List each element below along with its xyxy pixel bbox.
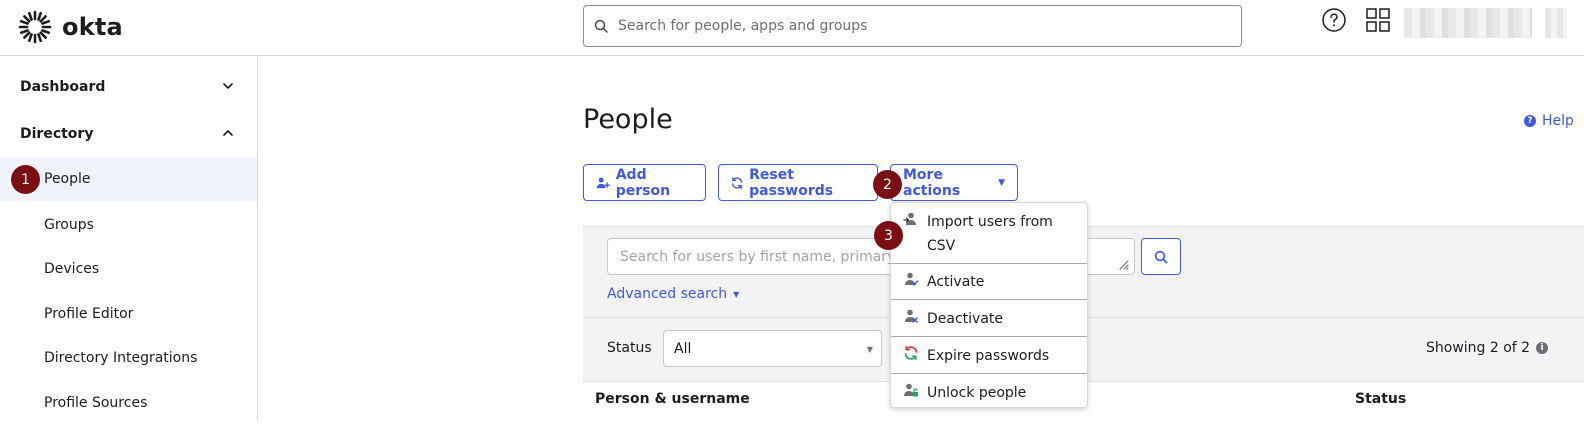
sidebar-item-profile-sources[interactable]: Profile Sources bbox=[0, 381, 257, 425]
deactivate-user-icon bbox=[905, 309, 918, 323]
sidebar-section-directory[interactable]: Directory bbox=[0, 111, 257, 157]
sidebar-item-label: Groups bbox=[44, 217, 94, 233]
sidebar-item-directory-integrations[interactable]: Directory Integrations bbox=[0, 336, 257, 380]
sidebar-section-dashboard[interactable]: Dashboard bbox=[0, 64, 257, 110]
step-badge-1: 1 bbox=[11, 165, 40, 194]
add-person-button[interactable]: Add person bbox=[583, 164, 706, 201]
reset-passwords-label: Reset passwords bbox=[749, 166, 834, 199]
user-menu-redacted-extra bbox=[1545, 8, 1567, 38]
more-actions-label: More actions bbox=[903, 166, 961, 199]
help-link[interactable]: ? Help bbox=[1524, 113, 1574, 129]
chevron-down-icon bbox=[223, 83, 233, 89]
menu-item-import-users-csv[interactable]: Import users from CSV bbox=[891, 210, 1087, 258]
menu-item-label: Deactivate bbox=[927, 311, 1004, 327]
menu-divider bbox=[891, 373, 1087, 374]
sidebar-item-label: Directory Integrations bbox=[44, 350, 198, 366]
step-badge-3: 3 bbox=[874, 221, 903, 250]
global-search-placeholder: Search for people, apps and groups bbox=[618, 18, 868, 34]
menu-item-activate[interactable]: Activate bbox=[891, 270, 1087, 294]
sidebar: Dashboard Directory People Groups Device… bbox=[0, 56, 258, 421]
caret-down-icon: ▼ bbox=[998, 177, 1005, 188]
unlock-user-icon bbox=[904, 383, 918, 397]
global-search-input[interactable]: Search for people, apps and groups bbox=[583, 5, 1242, 47]
menu-item-label-cont: CSV bbox=[927, 238, 956, 254]
top-bar: okta Search for people, apps and groups bbox=[0, 0, 1584, 56]
menu-divider bbox=[891, 263, 1087, 264]
menu-item-label: Unlock people bbox=[927, 385, 1027, 401]
sidebar-item-label: People bbox=[44, 171, 91, 187]
menu-item-label: Activate bbox=[927, 274, 985, 290]
sidebar-item-devices[interactable]: Devices bbox=[0, 247, 257, 291]
refresh-icon bbox=[732, 176, 743, 189]
sidebar-section-label: Directory bbox=[20, 126, 94, 142]
result-count: Showing 2 of 2 i bbox=[1426, 340, 1549, 356]
more-actions-menu: Import users from CSV Activate Deactivat… bbox=[890, 202, 1088, 408]
sidebar-item-label: Devices bbox=[44, 261, 100, 277]
search-icon bbox=[1154, 250, 1168, 263]
status-filter-select[interactable]: All ▼ bbox=[663, 330, 882, 367]
chevron-up-icon bbox=[223, 130, 233, 136]
help-circle-icon: ? bbox=[1524, 115, 1536, 127]
okta-sunburst-icon bbox=[18, 10, 52, 44]
help-icon[interactable] bbox=[1322, 8, 1346, 32]
menu-item-unlock-people[interactable]: Unlock people bbox=[891, 381, 1087, 405]
info-icon[interactable]: i bbox=[1536, 342, 1549, 354]
user-search-button[interactable] bbox=[1141, 238, 1181, 275]
column-header-status[interactable]: Status bbox=[1355, 391, 1406, 407]
menu-divider bbox=[891, 336, 1087, 337]
reset-passwords-button[interactable]: Reset passwords bbox=[718, 164, 878, 201]
user-menu-redacted[interactable] bbox=[1404, 8, 1532, 38]
result-count-label: Showing 2 of 2 bbox=[1426, 340, 1531, 356]
app-grid-icon[interactable] bbox=[1366, 8, 1390, 32]
caret-down-icon: ▼ bbox=[866, 345, 873, 354]
expire-passwords-icon bbox=[904, 346, 918, 360]
page-title: People bbox=[583, 104, 673, 135]
advanced-search-link[interactable]: Advanced search ▼ bbox=[607, 286, 739, 302]
menu-divider bbox=[891, 299, 1087, 300]
status-filter-label: Status bbox=[607, 340, 652, 356]
import-user-icon bbox=[903, 212, 916, 225]
sidebar-item-label: Profile Editor bbox=[44, 306, 134, 322]
sidebar-item-label: Profile Sources bbox=[44, 395, 148, 411]
advanced-search-label: Advanced search bbox=[607, 286, 728, 302]
status-filter-value: All bbox=[674, 340, 692, 357]
brand-name: okta bbox=[62, 13, 123, 41]
column-header-person[interactable]: Person & username bbox=[595, 391, 750, 407]
sidebar-item-groups[interactable]: Groups bbox=[0, 203, 257, 247]
okta-logo[interactable]: okta bbox=[18, 10, 123, 44]
activate-user-icon bbox=[905, 272, 919, 286]
sidebar-section-label: Dashboard bbox=[20, 79, 106, 95]
step-badge-2: 2 bbox=[873, 170, 902, 199]
add-user-icon bbox=[596, 177, 610, 188]
sidebar-item-profile-editor[interactable]: Profile Editor bbox=[0, 292, 257, 336]
caret-down-icon: ▼ bbox=[733, 289, 740, 299]
menu-item-expire-passwords[interactable]: Expire passwords bbox=[891, 344, 1087, 368]
help-link-label: Help bbox=[1542, 113, 1574, 129]
more-actions-button[interactable]: More actions ▼ bbox=[890, 164, 1018, 201]
resize-grip-icon[interactable] bbox=[1117, 258, 1129, 270]
menu-item-label: Expire passwords bbox=[927, 348, 1050, 364]
menu-item-label: Import users from bbox=[927, 214, 1053, 230]
add-person-label: Add person bbox=[615, 166, 671, 199]
menu-item-deactivate[interactable]: Deactivate bbox=[891, 307, 1087, 331]
search-icon bbox=[594, 19, 608, 33]
